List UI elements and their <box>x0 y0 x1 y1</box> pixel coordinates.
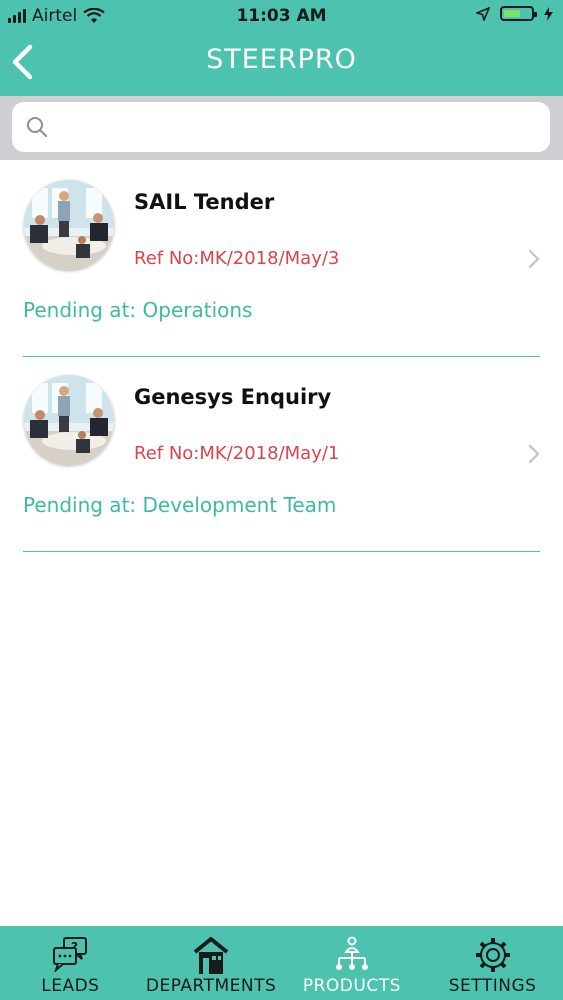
item-pending-status: Pending at: Operations <box>23 298 253 322</box>
list-item[interactable]: SAIL Tender Ref No:MK/2018/May/3 Pending… <box>0 162 563 357</box>
search-bar-container <box>0 96 563 160</box>
page-title: STEERPRO <box>206 44 357 75</box>
tab-departments[interactable]: DEPARTMENTS <box>141 926 282 1000</box>
tab-label: PRODUCTS <box>302 976 401 996</box>
location-arrow-icon <box>476 6 490 21</box>
building-icon <box>193 937 229 974</box>
status-bar: Airtel 11:03 AM <box>0 0 563 32</box>
gear-icon <box>475 938 510 972</box>
status-right <box>476 6 553 21</box>
item-ref-number: Ref No:MK/2018/May/1 <box>134 443 340 464</box>
tab-label: DEPARTMENTS <box>145 976 277 996</box>
charging-bolt-icon <box>544 6 553 21</box>
meeting-thumbnail <box>24 375 114 465</box>
chat-question-icon: ? <box>53 937 88 972</box>
tab-label: LEADS <box>41 976 100 996</box>
hierarchy-icon <box>335 936 368 970</box>
search-box[interactable] <box>12 102 550 152</box>
search-input[interactable] <box>60 110 544 146</box>
chevron-right-icon <box>528 444 540 464</box>
tab-products[interactable]: PRODUCTS <box>282 926 423 1000</box>
tab-label: SETTINGS <box>448 976 537 996</box>
meeting-thumbnail <box>24 180 114 270</box>
chevron-right-icon <box>528 249 540 269</box>
item-ref-number: Ref No:MK/2018/May/3 <box>134 248 340 269</box>
divider <box>23 551 540 552</box>
item-pending-status: Pending at: Development Team <box>23 493 337 517</box>
list-item[interactable]: Genesys Enquiry Ref No:MK/2018/May/1 Pen… <box>0 357 563 552</box>
search-icon <box>27 117 48 138</box>
top-bar: Airtel 11:03 AM STEERPRO <box>0 0 563 96</box>
battery-fill <box>504 10 520 17</box>
battery-icon <box>500 6 537 21</box>
tab-settings[interactable]: SETTINGS <box>422 926 563 1000</box>
tab-bar: ? LEADS DEPARTMENTS PRODUCTS SETTINGS <box>0 926 563 1000</box>
item-title: SAIL Tender <box>134 190 275 214</box>
item-title: Genesys Enquiry <box>134 385 332 409</box>
tab-leads[interactable]: ? LEADS <box>0 926 141 1000</box>
